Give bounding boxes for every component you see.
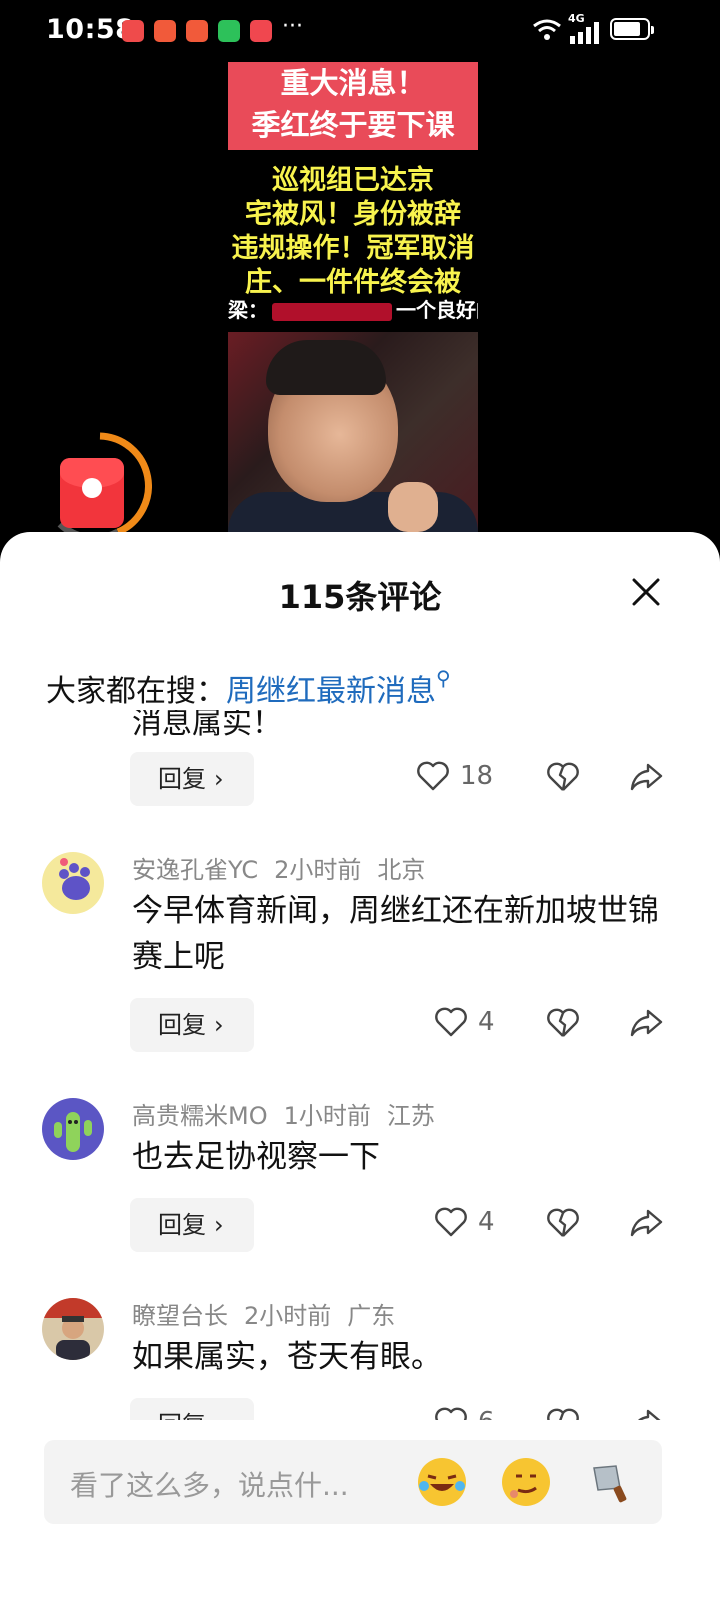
red-packet-icon	[60, 458, 124, 528]
avatar[interactable]	[42, 1098, 104, 1160]
search-icon: ⚲	[436, 666, 451, 690]
broken-heart-icon[interactable]	[546, 762, 580, 792]
comment-location: 北京	[377, 856, 426, 884]
broken-heart-icon[interactable]	[546, 1208, 580, 1238]
heart-icon	[435, 1007, 467, 1036]
heart-icon	[435, 1407, 467, 1420]
cleaver-icon[interactable]	[586, 1458, 634, 1506]
comment-meta: 安逸孔雀YC 2小时前 北京	[132, 850, 441, 885]
share-icon[interactable]	[630, 1408, 664, 1420]
share-icon[interactable]	[630, 1008, 664, 1038]
laugh-cry-emoji-icon[interactable]	[418, 1458, 466, 1506]
video-photo	[228, 332, 478, 540]
app-notification-icon	[186, 20, 208, 42]
share-icon[interactable]	[630, 762, 664, 792]
comment-count-title: 115条评论	[278, 578, 442, 616]
app-notification-icon	[250, 20, 272, 42]
comment-meta: 高贵糯米MO 1小时前 江苏	[132, 1096, 451, 1131]
broken-heart-icon[interactable]	[546, 1408, 580, 1420]
reply-button[interactable]: 回复›	[130, 1198, 254, 1252]
caption-suffix: 一个良好的	[396, 298, 478, 322]
comment-time: 2小时前	[274, 856, 362, 884]
app-notification-icon	[122, 20, 144, 42]
comment-text: 也去足协视察一下	[132, 1139, 380, 1175]
comment-username[interactable]: 高贵糯米MO	[132, 1102, 268, 1130]
like-count: 6	[478, 1407, 495, 1421]
banner-line: 季红终于要下课	[251, 108, 455, 142]
comment-meta: 瞭望台长 2小时前 广东	[132, 1296, 411, 1331]
reply-button[interactable]: 回复›	[130, 998, 254, 1052]
like-count: 4	[478, 1006, 495, 1037]
comment-time: 2小时前	[244, 1302, 332, 1330]
battery-icon	[610, 18, 654, 40]
comment-text: 如果属实，苍天有眼。	[132, 1339, 442, 1375]
trending-search-label: 大家都在搜：	[46, 674, 226, 709]
avatar[interactable]	[42, 852, 104, 914]
share-icon[interactable]	[630, 1208, 664, 1238]
video-frame[interactable]: 重大消息！ 季红终于要下课 巡视组已达京 宅被风！身份被辞 违规操作！冠军取消 …	[228, 60, 478, 540]
reply-button[interactable]: 回复›	[130, 752, 254, 806]
smirk-emoji-icon[interactable]	[502, 1458, 550, 1506]
trending-search: 大家都在搜：周继红最新消息⚲	[46, 666, 451, 710]
comment-location: 广东	[347, 1302, 396, 1330]
comment-list[interactable]: 消息属实！ 回复 › 18 安逸孔雀YC 2小时前 北京 今早体育新闻，周继红还在新加…	[0, 710, 720, 1420]
like-count: 4	[478, 1206, 495, 1237]
comment-text: 消息属实！	[132, 710, 282, 741]
trending-search-link[interactable]: 周继红最新消息	[226, 674, 436, 709]
red-packet-button[interactable]	[48, 432, 152, 542]
status-bar: 10:58 ··· 4G	[0, 0, 720, 64]
heart-icon	[435, 1207, 467, 1236]
like-button[interactable]: 6	[434, 1406, 495, 1420]
wifi-icon	[533, 19, 561, 40]
comment-username[interactable]: 瞭望台长	[132, 1302, 228, 1330]
caption-prefix: 梁：	[228, 298, 268, 322]
avatar[interactable]	[42, 1298, 104, 1360]
banner-line: 重大消息！	[280, 66, 426, 100]
comment-input-placeholder: 看了这么多，说点什...	[70, 1469, 349, 1502]
like-button[interactable]: 18	[416, 760, 493, 791]
comment-sheet: 115条评论 大家都在搜：周继红最新消息⚲ 消息属实！ 回复 › 18 安逸孔雀Y…	[0, 532, 720, 1600]
like-button[interactable]: 4	[434, 1206, 495, 1237]
app-notification-icon	[154, 20, 176, 42]
more-notifications-icon: ···	[282, 14, 303, 39]
comment-time: 1小时前	[283, 1102, 371, 1130]
heart-icon	[417, 761, 449, 790]
video-banner: 重大消息！ 季红终于要下课	[228, 62, 478, 150]
comment-input[interactable]: 看了这么多，说点什...	[44, 1440, 662, 1524]
video-caption-red: 梁： 一个良好的	[228, 294, 478, 323]
wechat-icon	[218, 20, 240, 42]
comment-text: 今早体育新闻，周继红还在新加坡世锦赛上呢	[132, 893, 659, 975]
close-icon[interactable]	[626, 572, 666, 612]
like-count: 18	[460, 760, 494, 791]
broken-heart-icon[interactable]	[546, 1008, 580, 1038]
reply-button[interactable]: 回复›	[130, 1398, 254, 1420]
comment-location: 江苏	[386, 1102, 435, 1130]
like-button[interactable]: 4	[434, 1006, 495, 1037]
comment-username[interactable]: 安逸孔雀YC	[132, 856, 258, 884]
